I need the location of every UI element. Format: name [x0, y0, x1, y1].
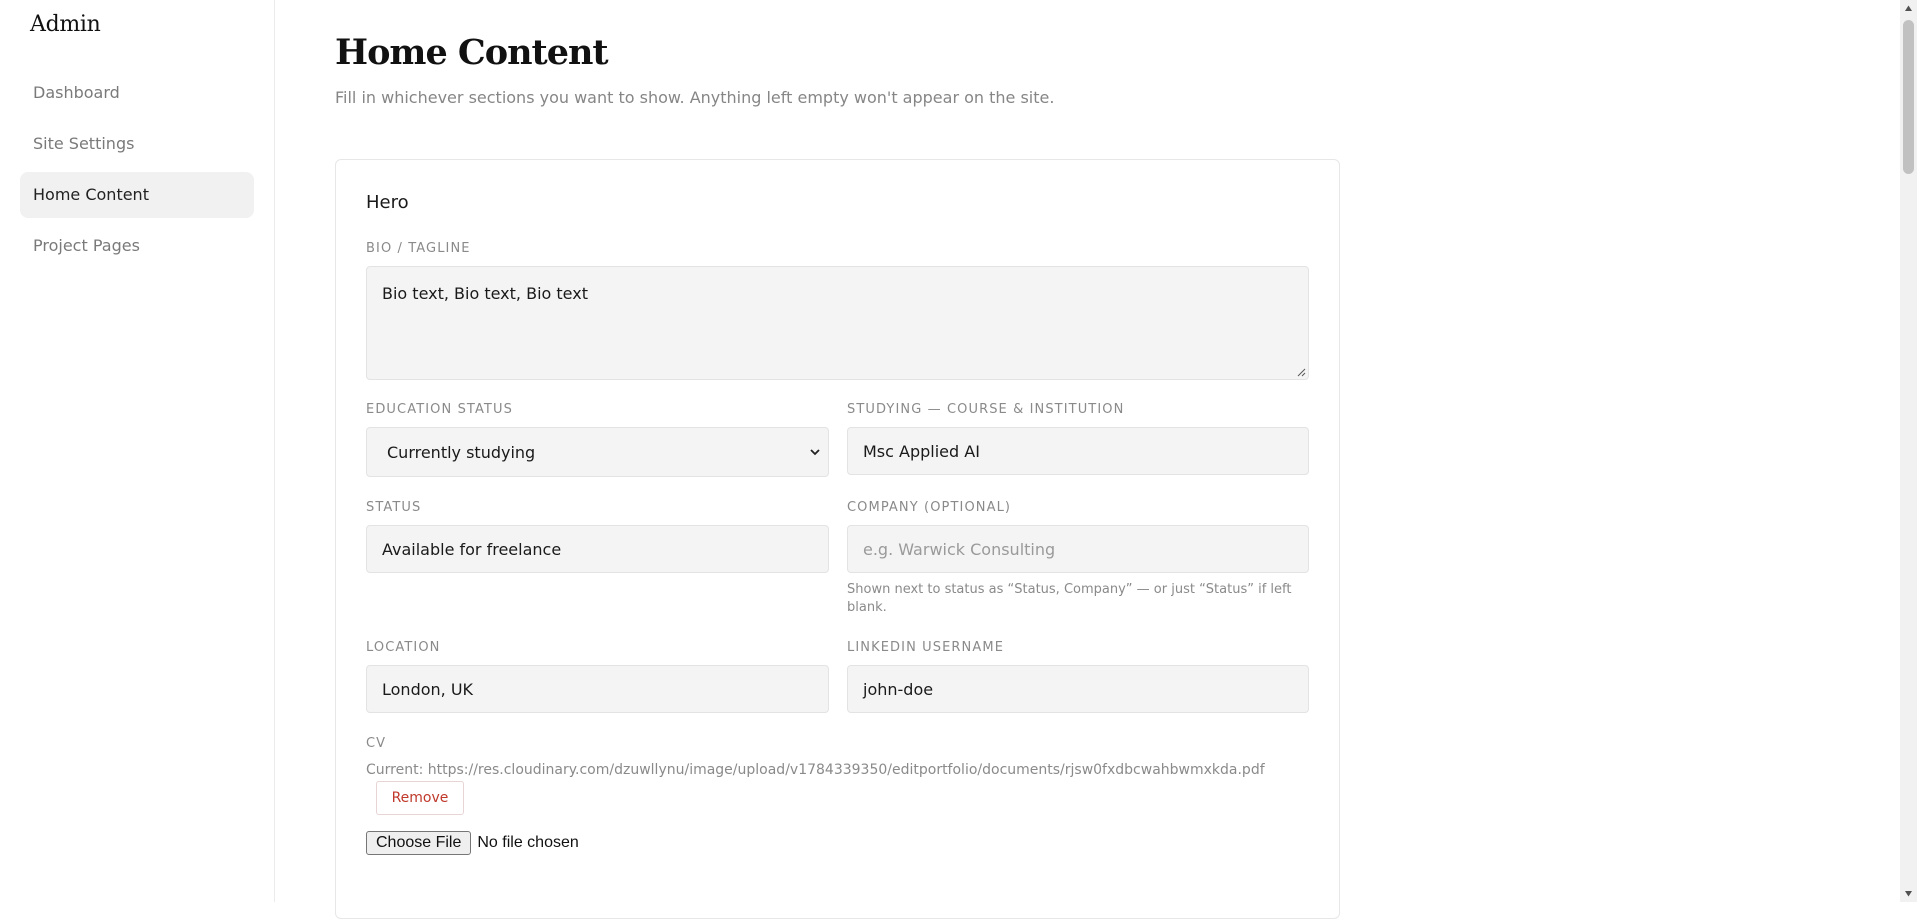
chevron-down-icon — [810, 449, 820, 456]
studying-input[interactable]: Msc Applied AI — [847, 427, 1309, 475]
page-scrollbar[interactable] — [1900, 0, 1917, 902]
location-value: London, UK — [382, 679, 474, 699]
company-label: COMPANY (OPTIONAL) — [847, 500, 1012, 515]
cv-remove-button[interactable]: Remove — [376, 781, 464, 815]
status-value: Available for freelance — [382, 539, 562, 559]
studying-label: STUDYING — COURSE & INSTITUTION — [847, 402, 1125, 417]
no-file-chosen-text: No file chosen — [477, 834, 579, 851]
status-input[interactable]: Available for freelance — [366, 525, 829, 573]
education-status-label: EDUCATION STATUS — [366, 402, 513, 417]
company-input[interactable]: e.g. Warwick Consulting — [847, 525, 1309, 573]
sidebar-item-site-settings[interactable]: Site Settings — [20, 121, 254, 167]
hero-card: Hero BIO / TAGLINE Bio text, Bio text, B… — [335, 159, 1340, 919]
resize-grip-icon[interactable] — [1296, 367, 1306, 377]
company-placeholder: e.g. Warwick Consulting — [863, 539, 1056, 559]
status-label: STATUS — [366, 500, 422, 515]
linkedin-value: john-doe — [863, 679, 934, 699]
hero-section-title: Hero — [366, 192, 409, 213]
cv-label: CV — [366, 736, 387, 751]
choose-file-button[interactable]: Choose File — [366, 831, 472, 855]
bio-textarea[interactable]: Bio text, Bio text, Bio text — [366, 266, 1309, 380]
sidebar-nav: Dashboard Site Settings Home Content Pro… — [20, 70, 254, 274]
linkedin-input[interactable]: john-doe — [847, 665, 1309, 713]
education-status-select[interactable]: Currently studying — [366, 427, 829, 477]
studying-value: Msc Applied AI — [863, 441, 980, 461]
sidebar-item-home-content[interactable]: Home Content — [20, 172, 254, 218]
cv-current-url: Current: https://res.cloudinary.com/dzuw… — [366, 762, 1265, 778]
page-title: Home Content — [335, 32, 609, 73]
scroll-down-arrow-icon[interactable] — [1904, 889, 1913, 898]
page-subtitle: Fill in whichever sections you want to s… — [335, 88, 1055, 107]
scrollbar-thumb[interactable] — [1903, 20, 1914, 174]
company-hint: Shown next to status as “Status, Company… — [847, 582, 1292, 615]
scroll-up-arrow-icon[interactable] — [1904, 4, 1913, 13]
bio-value: Bio text, Bio text, Bio text — [382, 284, 588, 303]
bio-label: BIO / TAGLINE — [366, 241, 471, 256]
location-label: LOCATION — [366, 640, 441, 655]
linkedin-label: LINKEDIN USERNAME — [847, 640, 1005, 655]
sidebar-item-project-pages[interactable]: Project Pages — [20, 223, 254, 269]
cv-file-input: Choose File No file chosen — [366, 831, 579, 855]
education-status-value: Currently studying — [387, 442, 536, 462]
location-input[interactable]: London, UK — [366, 665, 829, 713]
sidebar-item-dashboard[interactable]: Dashboard — [20, 70, 254, 116]
brand-logo: Admin — [30, 12, 101, 37]
sidebar: Admin Dashboard Site Settings Home Conte… — [0, 0, 275, 902]
